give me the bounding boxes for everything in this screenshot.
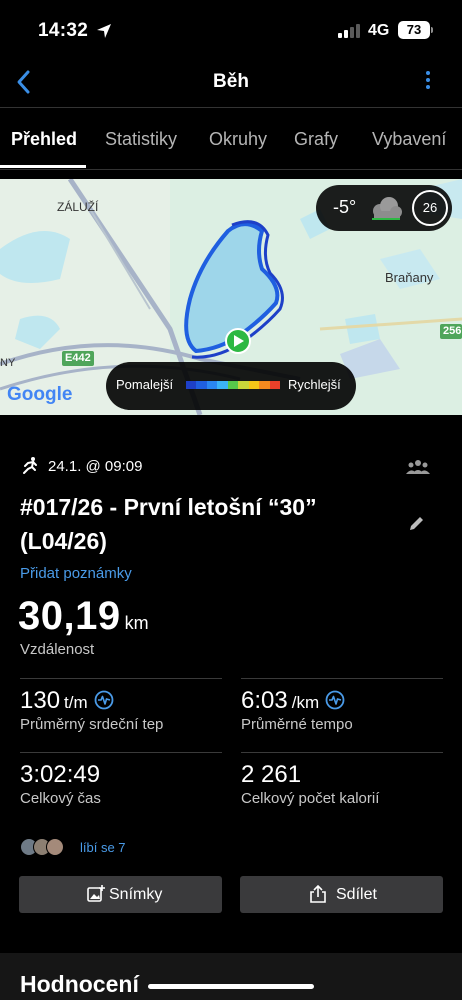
legend-color-swatch — [238, 381, 249, 389]
add-notes-link[interactable]: Přidat poznámky — [20, 565, 132, 582]
legend-color-swatch — [269, 381, 280, 389]
legend-color-swatch — [217, 381, 228, 389]
signal-icon — [338, 24, 360, 38]
active-tab-indicator — [0, 165, 86, 168]
stat-label: Celkový počet kalorií — [241, 790, 380, 807]
activity-meta-row: 24.1. @ 09:09 — [20, 456, 450, 478]
map-label-branany: Braňany — [385, 270, 434, 285]
tab-laps[interactable]: Okruhy — [209, 129, 267, 150]
nav-bar: Běh — [0, 62, 462, 108]
heart-rate-icon — [325, 690, 345, 710]
temperature: -5° — [333, 197, 357, 217]
edit-pencil-icon[interactable] — [408, 514, 426, 532]
cloud-icon — [372, 197, 402, 220]
add-photo-icon — [87, 885, 105, 902]
network-type: 4G — [368, 22, 390, 39]
distance-unit: km — [124, 613, 149, 633]
heart-rate-icon — [94, 690, 114, 710]
map-label-ny: NY — [0, 357, 16, 369]
share-button-label: Sdílet — [336, 886, 377, 903]
tab-charts[interactable]: Grafy — [294, 129, 338, 150]
distance-number: 30,19 — [18, 594, 121, 638]
road-sign-e442: E442 — [65, 352, 91, 364]
legend-fast-label: Rychlejší — [288, 377, 341, 392]
stat-label: Celkový čas — [20, 790, 101, 807]
rating-section: Hodnocení — [0, 953, 462, 1000]
photos-button-label: Snímky — [109, 886, 163, 903]
photos-button[interactable]: Snímky — [19, 876, 222, 913]
stat-value: 3:02:49 — [20, 761, 101, 788]
stat-total-calories: 2 261 Celkový počet kalorií — [241, 752, 443, 826]
location-arrow-icon — [97, 24, 111, 38]
map-label-zaluzi: ZÁLUŽÍ — [57, 200, 99, 214]
likes-row[interactable]: líbí se 7 — [20, 838, 320, 858]
status-time: 14:32 — [38, 20, 89, 41]
wind-speed-badge: 26 — [412, 190, 448, 226]
legend-color-swatch — [196, 381, 207, 389]
stat-total-time: 3:02:49 Celkový čas — [20, 752, 222, 826]
activity-title-line1: #017/26 - První letošní “30” — [20, 494, 317, 520]
battery-icon: 73 — [398, 21, 430, 39]
share-button[interactable]: Sdílet — [240, 876, 443, 913]
status-bar: 14:32 4G 73 — [0, 0, 462, 62]
group-icon[interactable] — [406, 458, 430, 476]
distance-label: Vzdálenost — [20, 641, 95, 658]
activity-date: 24.1. @ 09:09 — [48, 458, 143, 475]
road-sign-256: 256 — [443, 325, 462, 337]
stat-avg-pace: 6:03/km Průměrné tempo — [241, 678, 443, 752]
speed-legend: Pomalejší Rychlejší — [106, 362, 356, 410]
stat-label: Průměrné tempo — [241, 716, 353, 733]
home-indicator[interactable] — [148, 984, 314, 989]
stat-unit: t/m — [64, 693, 88, 712]
activity-title: #017/26 - První letošní “30” (L04/26) — [20, 490, 380, 558]
avatar — [46, 838, 64, 856]
legend-color-scale — [186, 381, 280, 389]
stat-value: 2 261 — [241, 761, 302, 788]
distance-value: 30,19 km — [18, 594, 149, 639]
google-logo: Google — [7, 384, 73, 405]
more-options-icon[interactable] — [420, 68, 436, 96]
legend-color-swatch — [248, 381, 260, 389]
rating-section-title: Hodnocení — [20, 971, 139, 997]
weather-badge[interactable]: -5° 26 — [316, 185, 452, 231]
route-map[interactable]: ZÁLUŽÍ Braňany E442 256 NY Google -5° 26… — [0, 179, 462, 415]
stat-value: 130 — [20, 687, 61, 714]
share-icon — [310, 885, 326, 903]
legend-slow-label: Pomalejší — [116, 377, 174, 392]
legend-color-swatch — [186, 381, 197, 389]
tab-gear[interactable]: Vybavení — [372, 129, 446, 150]
stat-unit: /km — [291, 693, 320, 712]
likes-count[interactable]: líbí se 7 — [80, 840, 126, 855]
legend-color-swatch — [259, 381, 270, 389]
tab-statistics[interactable]: Statistiky — [105, 129, 177, 150]
tab-overview[interactable]: Přehled — [11, 129, 77, 150]
page-title: Běh — [213, 71, 249, 92]
battery-nub — [431, 27, 433, 33]
running-icon — [23, 457, 37, 474]
tab-bar: Přehled Statistiky Okruhy Grafy Vybavení — [0, 108, 462, 170]
legend-color-swatch — [227, 381, 239, 389]
stat-value: 6:03 — [241, 687, 288, 714]
stat-avg-heart-rate: 130 t/m Průměrný srdeční tep — [20, 678, 222, 752]
legend-color-swatch — [206, 381, 218, 389]
stat-label: Průměrný srdeční tep — [20, 716, 164, 733]
activity-title-line2: (L04/26) — [20, 528, 107, 554]
